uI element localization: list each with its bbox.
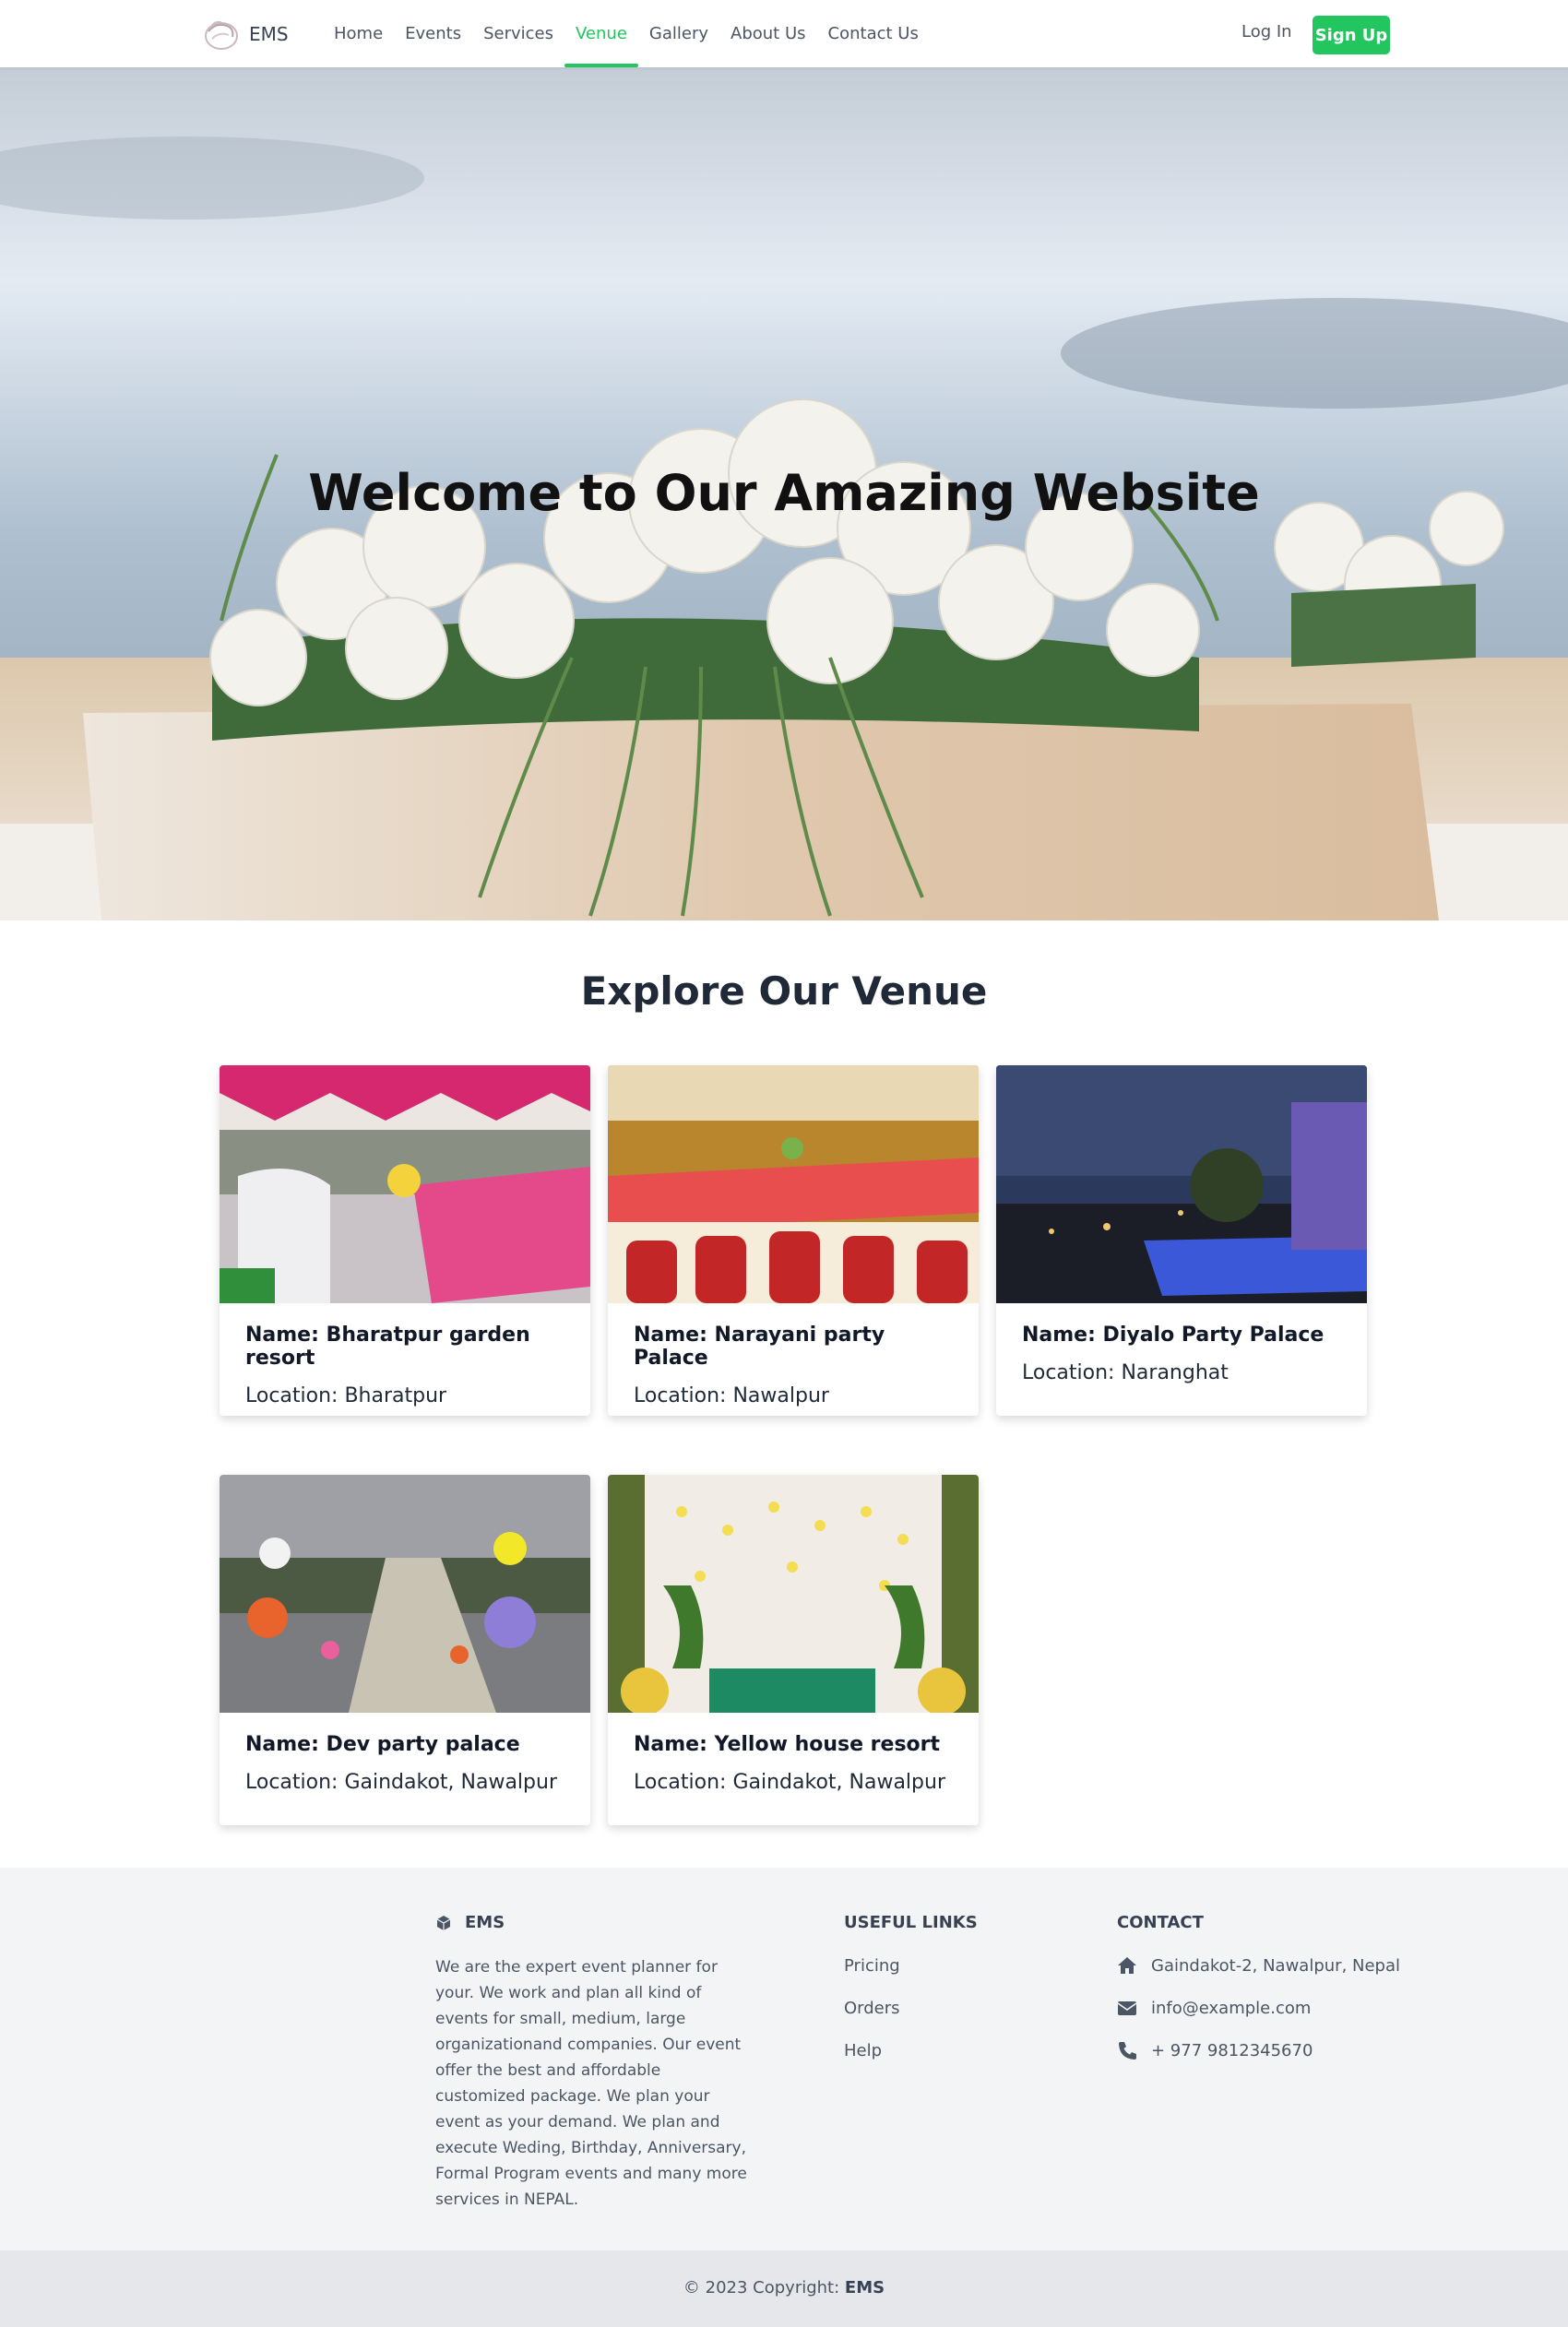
nav-link-events[interactable]: Events — [394, 0, 472, 67]
venue-card[interactable]: Name: Yellow house resort Location: Gain… — [608, 1475, 979, 1825]
nav-link-contact-us[interactable]: Contact Us — [817, 0, 930, 67]
venue-card[interactable]: Name: Narayani party Palace Location: Na… — [608, 1065, 979, 1416]
login-link[interactable]: Log In — [1241, 22, 1292, 42]
footer-brand: EMS — [435, 1913, 505, 1932]
venue-image — [220, 1475, 590, 1713]
contact-phone: + 977 9812345670 — [1116, 2040, 1313, 2060]
footer: EMS We are the expert event planner for … — [0, 1868, 1568, 2250]
venue-name: Name: Narayani party Palace — [634, 1324, 885, 1370]
footer-link-pricing[interactable]: Pricing — [844, 1956, 900, 1976]
venue-name: Name: Diyalo Party Palace — [1022, 1324, 1324, 1347]
nav-link-home[interactable]: Home — [323, 0, 394, 67]
footer-brand-name: EMS — [465, 1913, 505, 1932]
signup-button[interactable]: Sign Up — [1313, 16, 1390, 54]
venue-image — [996, 1065, 1367, 1303]
venues-title: Explore Our Venue — [580, 968, 988, 1014]
venue-card[interactable]: Name: Bharatpur garden resort Location: … — [220, 1065, 590, 1416]
nav-links: Home Events Services Venue Gallery About… — [323, 0, 930, 67]
copyright-brand: EMS — [844, 2278, 885, 2297]
contact-address-text: Gaindakot-2, Nawalpur, Nepal — [1151, 1955, 1401, 1976]
cube-icon — [436, 1915, 451, 1930]
brand[interactable]: EMS — [203, 17, 289, 52]
venue-location: Location: Gaindakot, Nawalpur — [634, 1771, 945, 1794]
venue-name: Name: Yellow house resort — [634, 1733, 941, 1756]
nav-link-services[interactable]: Services — [472, 0, 564, 67]
hero-banner: Welcome to Our Amazing Website — [0, 67, 1568, 920]
venue-image — [608, 1065, 979, 1303]
venue-location: Location: Naranghat — [1022, 1361, 1229, 1384]
logo-icon — [205, 20, 238, 50]
contact-email: info@example.com — [1116, 1998, 1311, 2018]
nav-link-about-us[interactable]: About Us — [719, 0, 817, 67]
footer-link-help[interactable]: Help — [844, 2041, 882, 2060]
nav-link-venue[interactable]: Venue — [564, 0, 638, 67]
home-icon — [1118, 1957, 1136, 1974]
venue-image — [608, 1475, 979, 1713]
footer-link-orders[interactable]: Orders — [844, 1999, 900, 2018]
contact-phone-text: + 977 9812345670 — [1151, 2040, 1313, 2060]
hero-title: Welcome to Our Amazing Website — [308, 464, 1260, 522]
venue-name: Name: Bharatpur garden resort — [245, 1324, 530, 1370]
contact-email-text: info@example.com — [1151, 1998, 1312, 2018]
nav-link-gallery[interactable]: Gallery — [638, 0, 719, 67]
useful-links-heading: USEFUL LINKS — [844, 1913, 978, 1932]
phone-icon — [1119, 2042, 1136, 2060]
contact-heading: CONTACT — [1117, 1913, 1204, 1932]
venue-image — [220, 1065, 590, 1303]
contact-address: Gaindakot-2, Nawalpur, Nepal — [1116, 1955, 1400, 1976]
venue-location: Location: Bharatpur — [245, 1384, 447, 1407]
venue-name: Name: Dev party palace — [245, 1733, 520, 1756]
copyright-text: © 2023 Copyright: — [683, 2278, 845, 2297]
venue-location: Location: Gaindakot, Nawalpur — [245, 1771, 557, 1794]
footer-about: We are the expert event planner for your… — [435, 1958, 747, 2209]
copyright-bar: © 2023 Copyright: EMS — [0, 2250, 1568, 2327]
venue-location: Location: Nawalpur — [634, 1384, 829, 1407]
envelope-icon — [1117, 2001, 1137, 2015]
venue-card[interactable]: Name: Diyalo Party Palace Location: Nara… — [996, 1065, 1367, 1416]
brand-name: EMS — [249, 23, 289, 45]
venue-card[interactable]: Name: Dev party palace Location: Gaindak… — [220, 1475, 590, 1825]
navbar: EMS Home Events Services Venue Gallery A… — [0, 0, 1568, 67]
